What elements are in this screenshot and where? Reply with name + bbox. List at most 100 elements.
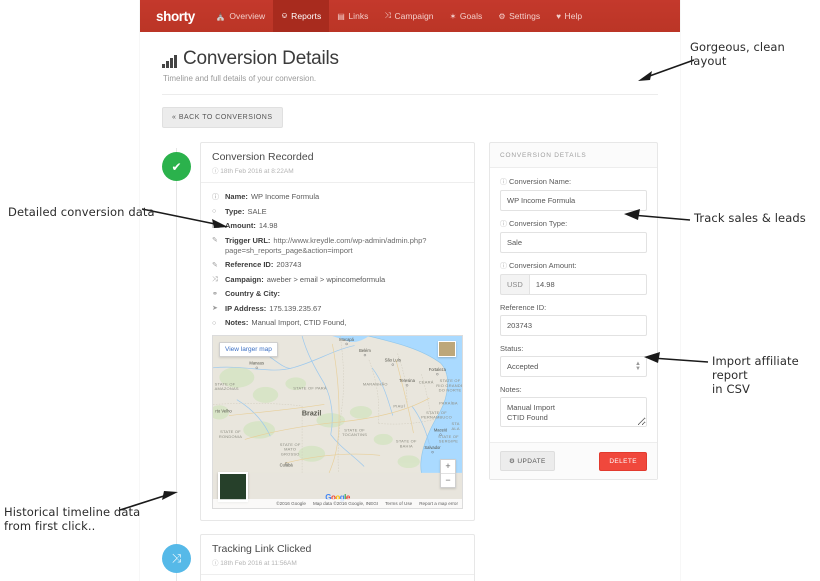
field-group-status: Status: Accepted ▲ ▼ (500, 344, 647, 377)
annotation-detailed-conversion-data: Detailed conversion data (8, 205, 155, 219)
report-map-error-link[interactable]: Report a map error (419, 501, 458, 506)
page-title-text: Conversion Details (183, 48, 339, 69)
nav-item-help[interactable]: ♥ Help (548, 0, 590, 32)
nav-item-goals[interactable]: ✶ Goals (442, 0, 491, 32)
info-icon: ⓘ (212, 193, 219, 201)
card-header: Tracking Link Clicked ⓘ 18th Feb 2016 at… (201, 535, 474, 575)
back-to-conversions-button[interactable]: « BACK TO CONVERSIONS (162, 107, 283, 128)
page-header: Conversion Details Timeline and full det… (140, 32, 680, 128)
svg-text:Salvador: Salvador (424, 445, 441, 450)
field-group-reference-id: Reference ID: (500, 303, 647, 336)
notes-textarea[interactable]: Manual Import CTID Found (500, 397, 647, 427)
nav-item-help-label: Help (564, 11, 583, 21)
detail-value: 175.139.235.67 (269, 303, 322, 313)
panel-footer: ⚙ UPDATE DELETE (490, 442, 657, 479)
detail-row-campaign: ⤨ Campaign: aweber > email > wpincomeform… (212, 275, 463, 286)
svg-text:STATE OF PARÁ: STATE OF PARÁ (293, 385, 327, 390)
conversion-details-panel: CONVERSION DETAILS ⓘConversion Name: ⓘCo… (489, 142, 658, 480)
nav-item-overview[interactable]: ⛪ Overview (208, 0, 273, 32)
zoom-in-button[interactable]: + (441, 460, 455, 474)
cursor-icon: ➤ (212, 305, 218, 312)
svg-text:PIAUÍ: PIAUÍ (393, 404, 405, 409)
annotation-arrow-import (644, 352, 709, 363)
conversion-recorded-card: Conversion Recorded ⓘ 18th Feb 2016 at 8… (200, 142, 475, 521)
link-icon: ✎ (212, 237, 218, 244)
shuffle-icon: ⤨ (384, 11, 391, 20)
header-divider (162, 94, 658, 95)
nav-item-campaign[interactable]: ⤨ Campaign (376, 0, 441, 32)
svg-text:PARAÍBA: PARAÍBA (439, 400, 458, 405)
svg-text:Macapá: Macapá (339, 337, 354, 342)
page-title: Conversion Details (162, 48, 658, 70)
nav-item-settings[interactable]: ⚙ Settings (490, 0, 548, 32)
detail-key: Name: (225, 192, 248, 201)
pin-icon: ⚭ (212, 290, 218, 298)
update-button[interactable]: ⚙ UPDATE (500, 451, 555, 471)
svg-text:rto Velho: rto Velho (215, 408, 232, 413)
field-group-conversion-amount: ⓘ Conversion Amount: USD (500, 261, 647, 295)
svg-text:ALA: ALA (452, 426, 460, 431)
detail-value: aweber > email > wpincomeformula (266, 274, 386, 284)
comment-icon: ○ (212, 319, 217, 327)
currency-addon: USD (500, 274, 529, 295)
timeline-item-tracking-link-clicked: ⤨ Tracking Link Clicked ⓘ 18th Feb 2016 … (162, 534, 475, 581)
detail-key: Notes: (225, 318, 249, 327)
svg-text:PERNAMBUCO: PERNAMBUCO (421, 415, 452, 420)
reference-id-label: Reference ID: (500, 303, 547, 312)
location-map[interactable]: STATE OF AMAZONAS STATE OF PARÁ MARANHÃO… (212, 335, 463, 509)
tracking-link-card: Tracking Link Clicked ⓘ 18th Feb 2016 at… (200, 534, 475, 581)
svg-text:SERGIPE: SERGIPE (439, 439, 458, 444)
conversion-amount-label: ⓘ Conversion Amount: (500, 261, 647, 271)
svg-text:RONDONIA: RONDONIA (219, 434, 242, 439)
detail-value: Manual Import, CTID Found, (251, 318, 347, 327)
label-text: Conversion Amount: (509, 261, 577, 270)
target-icon: ✶ (449, 11, 457, 21)
svg-text:MARANHÃO: MARANHÃO (363, 381, 388, 386)
info-icon: ⓘ (500, 263, 507, 270)
card-timestamp: ⓘ 18th Feb 2016 at 11:56AM (212, 560, 297, 567)
terms-of-use-link[interactable]: Terms of Use (385, 501, 412, 506)
status-select[interactable]: Accepted (500, 356, 647, 377)
page-subtitle: Timeline and full details of your conver… (163, 74, 317, 83)
detail-row-trigger-url: ✎ Trigger URL: http://www.kreydle.com/wp-… (212, 236, 463, 257)
svg-text:Cuiabá: Cuiabá (280, 462, 294, 467)
status-select-wrapper: Accepted ▲ ▼ (500, 356, 647, 377)
map-zoom-controls[interactable]: + − (440, 459, 456, 488)
map-thumbnail-toggle[interactable] (218, 472, 248, 502)
conversion-type-input[interactable] (500, 232, 647, 253)
view-larger-map-button[interactable]: View larger map (219, 342, 278, 357)
svg-text:Maceió: Maceió (434, 427, 448, 432)
zoom-out-button[interactable]: − (441, 474, 455, 487)
conversion-amount-input[interactable] (528, 274, 647, 295)
detail-row-reference-id: ✎ Reference ID: 203743 (212, 260, 463, 271)
delete-button[interactable]: DELETE (599, 451, 647, 471)
detail-row-name: ⓘ Name: WP Income Formula (212, 192, 463, 203)
reference-id-input[interactable] (500, 315, 647, 336)
annotation-import-affiliate-report: Import affiliate report in CSV (712, 354, 799, 396)
svg-text:CEARÁ: CEARÁ (419, 380, 434, 385)
nav-item-reports[interactable]: ⎉ Reports (273, 0, 330, 32)
label-text: Conversion Type: (509, 219, 568, 228)
home-icon: ⛪ (215, 11, 226, 21)
annotation-arrow-gorgeous (638, 59, 695, 81)
nav-item-overview-label: Overview (229, 11, 266, 21)
brand-logo[interactable]: shorty (150, 0, 208, 32)
detail-value: 14.98 (258, 221, 278, 230)
nav-item-settings-label: Settings (509, 11, 541, 21)
svg-text:Fortaleza: Fortaleza (429, 367, 447, 372)
field-group-notes: Notes: Manual Import CTID Found (500, 385, 647, 432)
annotation-historical-timeline-data: Historical timeline data from first clic… (4, 505, 141, 533)
nav-item-campaign-label: Campaign (394, 11, 434, 21)
detail-value: WP Income Formula (250, 192, 320, 201)
annotation-gorgeous-clean-layout: Gorgeous, clean layout (690, 40, 785, 68)
annotation-track-sales-leads: Track sales & leads (694, 211, 806, 225)
bar-chart-icon: ⎉ (281, 11, 288, 20)
detail-row-country-city: ⚭ Country & City: (212, 289, 463, 300)
notes-label: Notes: (500, 385, 522, 394)
label-text: Conversion Name: (509, 177, 572, 186)
detail-row-type: ○ Type: SALE (212, 207, 463, 218)
nav-item-links[interactable]: ▤ Links (329, 0, 376, 32)
satellite-toggle-icon[interactable] (438, 341, 456, 357)
annotation-arrow-track-sales (624, 209, 691, 221)
conversion-name-label: ⓘ Conversion Name: (500, 177, 647, 187)
